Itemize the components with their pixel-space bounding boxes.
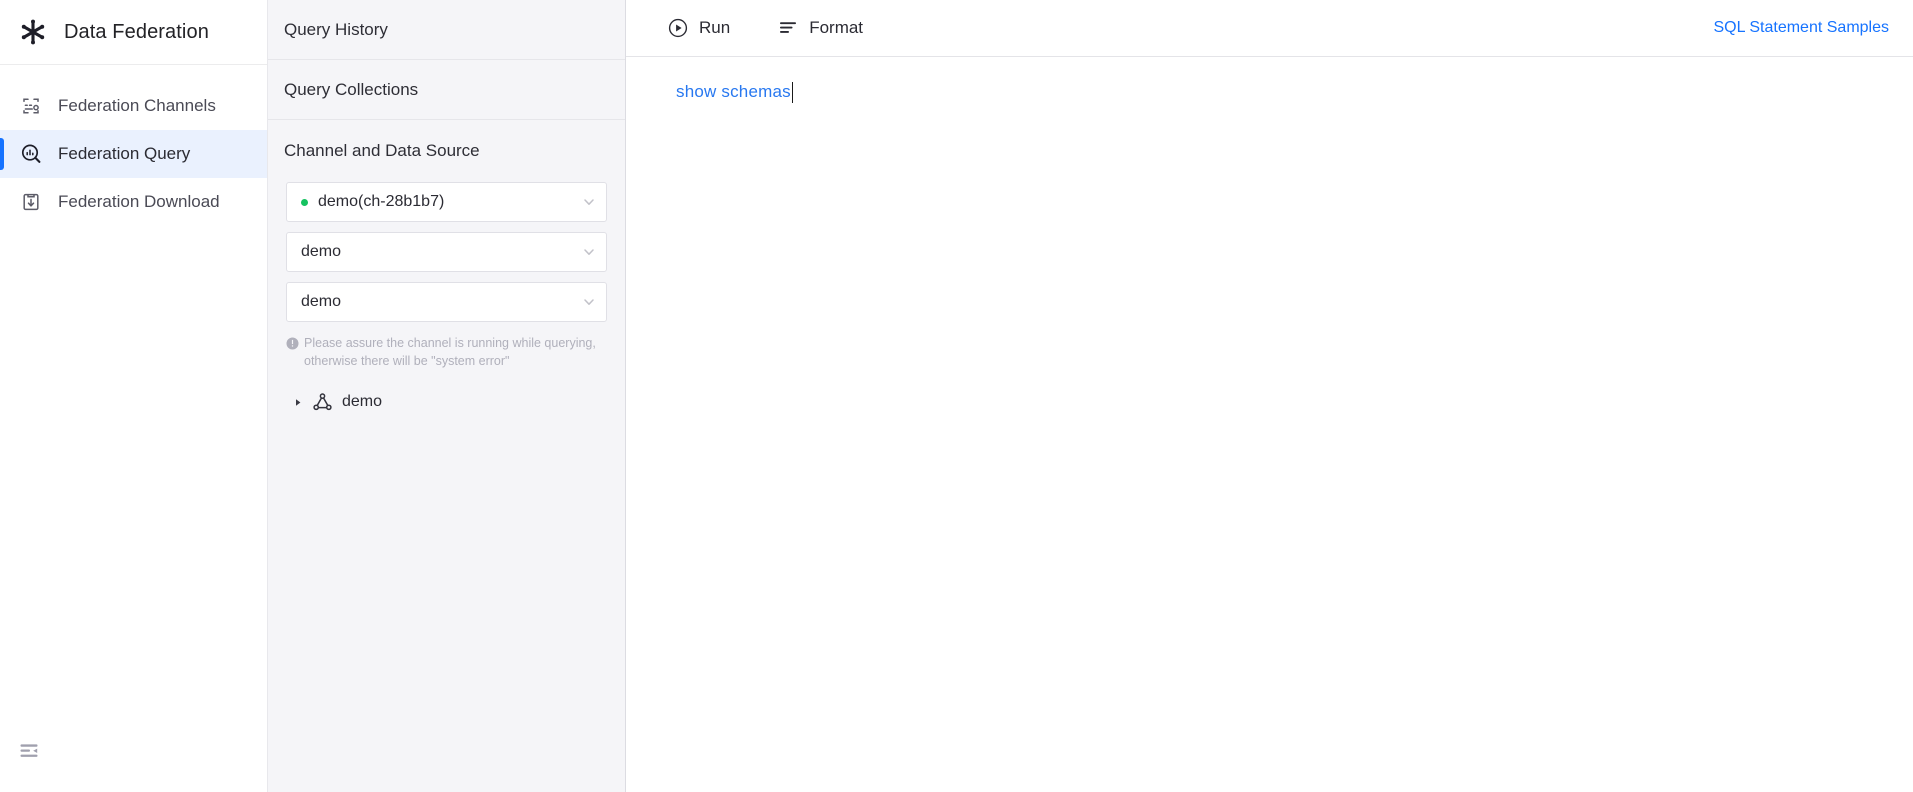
database-select-value: demo [301, 293, 342, 310]
format-button[interactable]: Format [778, 18, 863, 38]
sidebar-item-federation-query[interactable]: Federation Query [0, 130, 267, 178]
database-select[interactable]: demo [286, 282, 607, 322]
sql-text: show schemas [676, 82, 791, 101]
section-title-label: Channel and Data Source [284, 141, 480, 160]
chevron-down-icon [582, 295, 596, 309]
channel-data-source-title: Channel and Data Source [268, 120, 625, 182]
caret-right-icon[interactable] [294, 397, 303, 408]
query-panel: Query History Query Collections Channel … [268, 0, 626, 792]
data-source-select-value: demo [301, 243, 342, 260]
sidebar-menu: Federation Channels Federation Query Fed… [0, 65, 267, 226]
query-collections-row[interactable]: Query Collections [268, 60, 625, 120]
menu-fold-icon[interactable] [18, 740, 40, 762]
left-sidebar: Data Federation Federation Channels Fede… [0, 0, 268, 792]
sidebar-item-label: Federation Channels [58, 96, 216, 115]
tree-node-label: demo [342, 393, 383, 410]
brand-header: Data Federation [0, 0, 267, 65]
format-button-label: Format [809, 18, 864, 37]
channel-select[interactable]: demo(ch-28b1b7) [286, 182, 607, 222]
channels-icon [20, 95, 42, 117]
schema-tree: demo [268, 386, 625, 418]
run-button-label: Run [699, 18, 731, 37]
sidebar-item-federation-download[interactable]: Federation Download [0, 178, 267, 226]
status-dot-icon [301, 198, 308, 206]
text-cursor [791, 81, 794, 103]
source-selectors: demo(ch-28b1b7) demo demo [268, 182, 625, 322]
chevron-down-icon [582, 195, 596, 209]
query-collections-label: Query Collections [284, 79, 419, 99]
chevron-down-icon [582, 245, 596, 259]
download-box-icon [20, 191, 42, 213]
sql-statement-samples-link[interactable]: SQL Statement Samples [1714, 19, 1890, 37]
hint-text: Please assure the channel is running whi… [304, 336, 596, 368]
sql-editor[interactable]: show schemas [626, 57, 1913, 792]
query-history-row[interactable]: Query History [268, 0, 625, 60]
data-source-select[interactable]: demo [286, 232, 607, 272]
run-button[interactable]: Run [668, 18, 730, 38]
query-search-icon [20, 143, 42, 165]
channel-running-hint: Please assure the channel is running whi… [286, 334, 607, 370]
snowflake-logo-icon [18, 17, 48, 47]
sidebar-item-federation-channels[interactable]: Federation Channels [0, 82, 267, 130]
format-lines-icon [778, 18, 798, 38]
brand-title: Data Federation [64, 20, 209, 43]
play-circle-icon [668, 18, 688, 38]
tree-node-demo[interactable]: demo [294, 386, 625, 418]
info-circle-icon [286, 337, 299, 370]
schema-node-icon [313, 392, 332, 412]
editor-area: Run Format SQL Statement Samples show sc… [626, 0, 1913, 792]
sidebar-item-label: Federation Download [58, 192, 220, 211]
channel-select-value: demo(ch-28b1b7) [318, 193, 445, 210]
sidebar-item-label: Federation Query [58, 144, 191, 163]
app-root: Data Federation Federation Channels Fede… [0, 0, 1913, 792]
editor-toolbar: Run Format SQL Statement Samples [626, 0, 1913, 57]
sql-code-line: show schemas [676, 79, 1913, 105]
query-history-label: Query History [284, 19, 388, 39]
